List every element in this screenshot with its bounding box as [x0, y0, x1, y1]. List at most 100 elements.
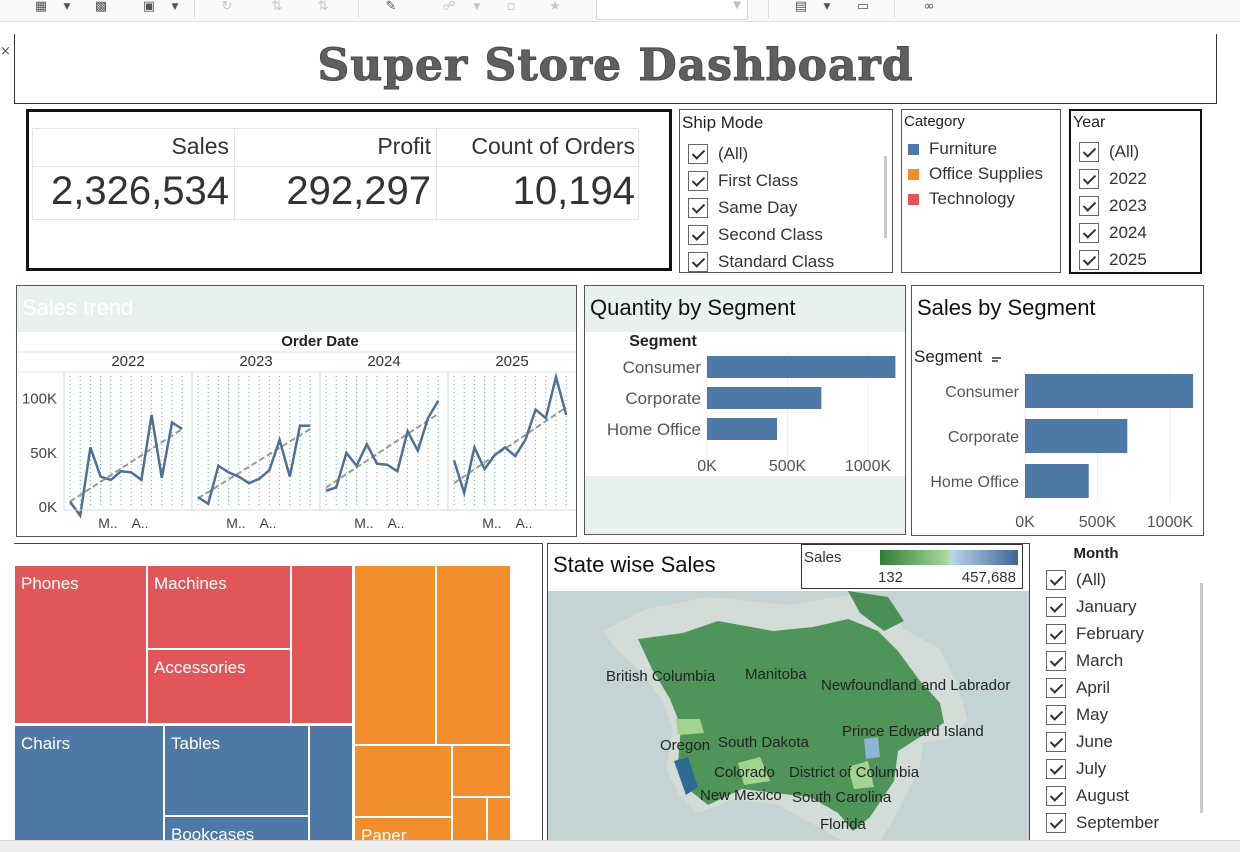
filter-option[interactable]: February — [1046, 623, 1144, 645]
scrollbar[interactable] — [884, 156, 887, 238]
filter-option[interactable]: June — [1046, 731, 1113, 753]
checkbox[interactable] — [688, 171, 708, 191]
legend-item[interactable]: Technology — [908, 188, 1015, 210]
map-area[interactable]: British Columbia Manitoba Newfoundland a… — [548, 591, 1029, 843]
scrollbar[interactable] — [1200, 583, 1203, 813]
share-icon[interactable]: ∞ — [918, 0, 940, 16]
duplicate-icon[interactable]: ▩ — [90, 0, 112, 16]
toolbar-divider — [358, 0, 359, 18]
kpi-value: 2,326,534 — [51, 169, 229, 213]
checkbox[interactable] — [1079, 196, 1099, 216]
treemap-cell[interactable] — [354, 745, 452, 817]
show-me-icon[interactable]: ▤ — [790, 0, 812, 16]
treemap-cell-chairs[interactable]: Chairs — [14, 725, 164, 843]
legend-item[interactable]: Office Supplies — [908, 163, 1043, 185]
checkbox[interactable] — [1046, 786, 1066, 806]
horizontal-scrollbar[interactable] — [0, 840, 1240, 852]
label-icon[interactable]: ▫ — [500, 0, 522, 16]
treemap-cell-accessories[interactable]: Accessories — [147, 649, 291, 724]
chevron-down-icon[interactable]: ▼ — [168, 0, 182, 16]
checkbox[interactable] — [1079, 142, 1099, 162]
kpi-label: Sales — [171, 133, 229, 159]
checkbox[interactable] — [1046, 759, 1066, 779]
filter-option[interactable]: (All) — [688, 143, 748, 165]
clear-sheet-icon[interactable]: ▣ — [138, 0, 160, 16]
checkbox[interactable] — [1079, 223, 1099, 243]
map-label: New Mexico — [700, 787, 782, 804]
sort-ascending-icon[interactable]: ⇅ — [266, 0, 288, 16]
filter-option[interactable]: July — [1046, 758, 1106, 780]
treemap-cell-bookcases[interactable]: Bookcases — [164, 816, 309, 843]
swap-icon[interactable]: ↻ — [216, 0, 238, 16]
treemap-cell[interactable] — [487, 797, 511, 843]
treemap-cell[interactable] — [436, 565, 511, 745]
close-icon[interactable]: × — [0, 44, 11, 59]
treemap-cell[interactable] — [309, 725, 353, 843]
toolbar-divider — [768, 0, 769, 18]
x-tick-label: A.. — [259, 515, 276, 531]
filter-option[interactable]: (All) — [1046, 569, 1106, 591]
toolbar-divider — [194, 0, 195, 18]
checkbox[interactable] — [1046, 597, 1066, 617]
new-worksheet-icon[interactable]: ▦ — [30, 0, 52, 16]
filter-option[interactable]: (All) — [1079, 141, 1139, 163]
group-icon[interactable]: ☍ — [438, 0, 460, 16]
kpi-label: Profit — [377, 133, 431, 159]
checkbox[interactable] — [1046, 705, 1066, 725]
checkbox[interactable] — [688, 252, 708, 272]
option-label: April — [1076, 678, 1111, 697]
checkbox[interactable] — [1079, 250, 1099, 270]
filter-option[interactable]: Standard Class — [688, 251, 835, 272]
filter-option[interactable]: First Class — [688, 170, 798, 192]
checkbox[interactable] — [1046, 651, 1066, 671]
kpi-value: 292,297 — [286, 169, 431, 213]
checkbox[interactable] — [1046, 678, 1066, 698]
sort-descending-icon[interactable]: ⇅ — [312, 0, 334, 16]
checkbox[interactable] — [688, 225, 708, 245]
filter-option[interactable]: March — [1046, 650, 1123, 672]
filter-option[interactable]: April — [1046, 677, 1110, 699]
checkbox[interactable] — [1046, 570, 1066, 590]
filter-option[interactable]: August — [1046, 785, 1129, 807]
filter-option[interactable]: 2023 — [1079, 195, 1147, 217]
legend-label: Furniture — [929, 139, 998, 158]
filter-option[interactable]: May — [1046, 704, 1108, 726]
region-highlight — [676, 719, 704, 735]
treemap-cell-machines[interactable]: Machines — [147, 565, 291, 649]
legend-item[interactable]: Furniture — [908, 138, 997, 160]
highlight-icon[interactable]: ✎ — [380, 0, 402, 16]
treemap-cell[interactable] — [452, 745, 511, 797]
checkbox[interactable] — [1046, 624, 1066, 644]
filter-option[interactable]: Same Day — [688, 197, 797, 219]
option-label: (All) — [718, 144, 749, 163]
legend-title: Category — [904, 113, 965, 130]
option-label: Standard Class — [718, 252, 835, 271]
checkbox[interactable] — [688, 198, 708, 218]
checkbox[interactable] — [1046, 813, 1066, 833]
option-label: March — [1076, 651, 1124, 670]
treemap-cell[interactable] — [354, 565, 436, 745]
chevron-down-icon[interactable]: ▼ — [60, 0, 74, 16]
chevron-down-icon[interactable]: ▼ — [470, 0, 484, 16]
filter-option[interactable]: 2022 — [1079, 168, 1147, 190]
treemap-cell[interactable] — [452, 797, 487, 843]
option-label: July — [1076, 759, 1107, 778]
fit-dropdown[interactable]: ▼ — [596, 0, 748, 20]
treemap-cell-tables[interactable]: Tables — [164, 725, 309, 816]
map-label: Florida — [820, 816, 867, 833]
treemap-cell[interactable] — [291, 565, 353, 724]
checkbox[interactable] — [688, 144, 708, 164]
pin-icon[interactable]: ★ — [544, 0, 566, 16]
filter-option[interactable]: Second Class — [688, 224, 823, 246]
filter-option[interactable]: 2025 — [1079, 249, 1147, 271]
checkbox[interactable] — [1079, 169, 1099, 189]
filter-option[interactable]: September — [1046, 812, 1159, 834]
treemap-cell-phones[interactable]: Phones — [14, 565, 147, 724]
map-title: State wise Sales — [553, 552, 716, 577]
filter-option[interactable]: 2024 — [1079, 222, 1147, 244]
sales-trend-title: Sales trend — [22, 295, 134, 320]
checkbox[interactable] — [1046, 732, 1066, 752]
chevron-down-icon[interactable]: ▼ — [820, 0, 834, 16]
filter-option[interactable]: January — [1046, 596, 1136, 618]
presentation-icon[interactable]: ▭ — [852, 0, 874, 16]
